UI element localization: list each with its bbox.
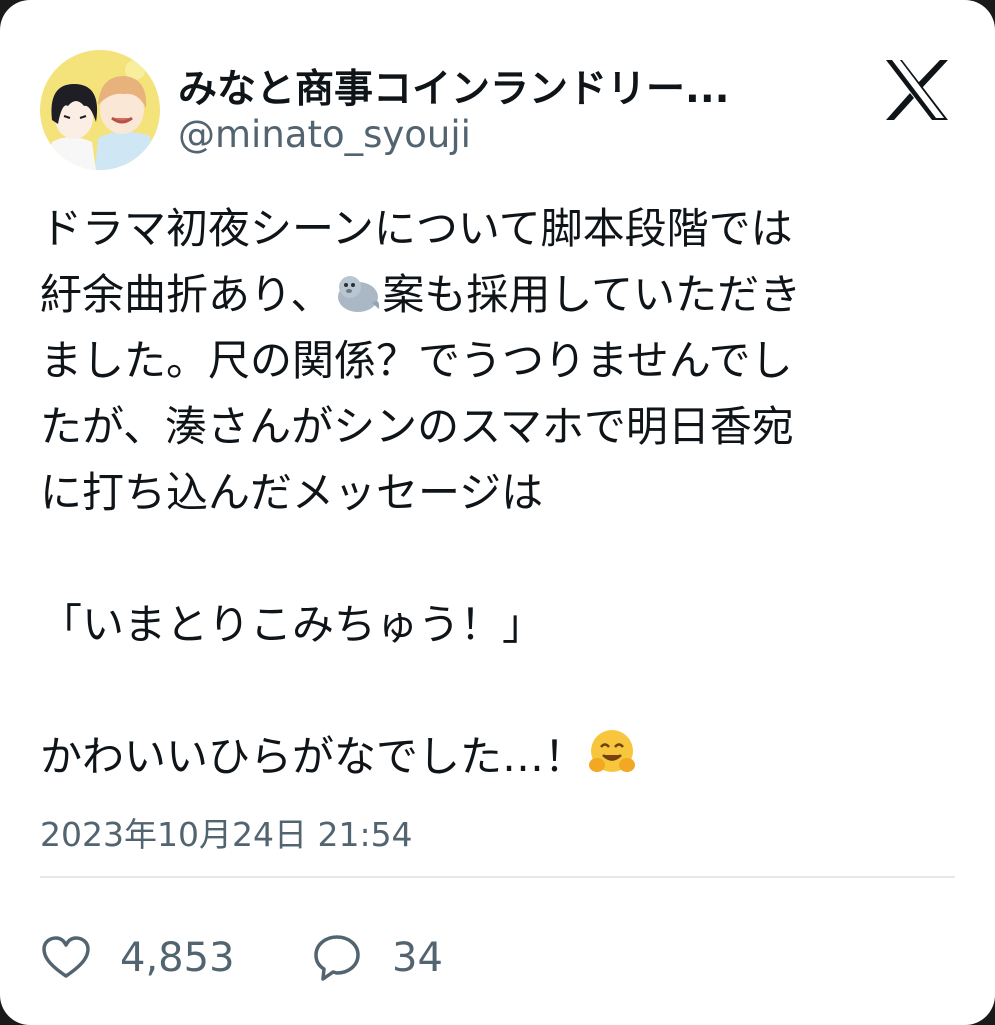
avatar[interactable] [40,50,160,170]
tweet-line: に打ち込んだメッセージは [40,468,544,517]
heart-icon [42,936,90,980]
tweet-line: 案も採用していただき [382,270,802,319]
tweet-closing: かわいいひらがなでした…！ [40,732,587,781]
tweet-timestamp[interactable]: 2023年10月24日 21:54 [40,808,413,856]
tweet-card: みなと商事コインランドリー... @minato_syouji ドラマ初夜シーン… [0,0,995,1025]
display-name[interactable]: みなと商事コインランドリー... [178,58,729,114]
speech-bubble-icon [312,934,362,982]
like-button[interactable]: 4,853 [42,930,235,986]
reply-count: 34 [392,935,443,981]
like-count: 4,853 [120,935,235,981]
tweet-text: ドラマ初夜シーンについて脚本段階では 紆余曲折あり、 案も採用していただき ました… [40,196,945,790]
seal-emoji-icon [332,267,382,317]
hugging-face-emoji-icon [586,727,636,777]
avatar-illustration [40,50,160,170]
tweet-quote: 「いまとりこみちゅう！」 [40,600,545,649]
reply-button[interactable]: 34 [312,930,443,986]
user-handle[interactable]: @minato_syouji [178,113,471,156]
x-logo-icon[interactable] [884,60,950,120]
tweet-line: たが、湊さんがシンのスマホで明日香宛 [40,402,794,451]
divider [40,876,955,878]
tweet-line: ドラマ初夜シーンについて脚本段階では [40,204,793,253]
tweet-line: 紆余曲折あり、 [40,270,333,319]
tweet-line: ました。尺の関係？でうつりませんでし [40,336,793,385]
